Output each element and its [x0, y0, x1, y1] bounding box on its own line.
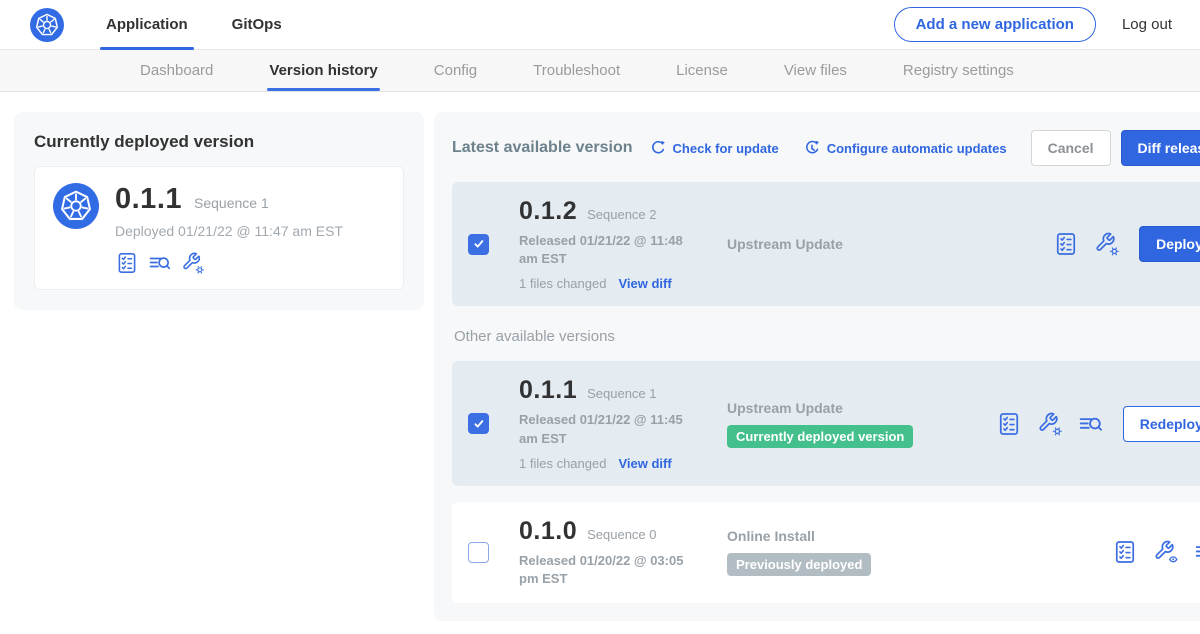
version-row: 0.1.2 Sequence 2 Released 01/21/22 @ 11:…: [452, 182, 1200, 306]
view-diff-link[interactable]: View diff: [618, 456, 671, 471]
version-released-timestamp: Released 01/21/22 @ 11:48 am EST: [519, 232, 704, 268]
subtab-config[interactable]: Config: [434, 50, 477, 91]
version-source: Upstream Update Currently deployed versi…: [713, 400, 996, 448]
version-source: Upstream Update: [713, 236, 1053, 252]
version-info: 0.1.1 Sequence 1 Released 01/21/22 @ 11:…: [505, 376, 713, 470]
version-row: 0.1.1 Sequence 1 Released 01/21/22 @ 11:…: [452, 361, 1200, 485]
check-for-update-link[interactable]: Check for update: [649, 139, 779, 157]
top-nav: Application GitOps Add a new application…: [0, 0, 1200, 50]
deployed-version-sequence: Sequence 1: [194, 195, 269, 211]
version-files-line: 1 files changed View diff: [519, 276, 713, 291]
configure-automatic-updates-link[interactable]: Configure automatic updates: [803, 139, 1007, 157]
app-sub-nav: Dashboard Version history Config Troublesho…: [0, 50, 1200, 92]
version-info: 0.1.0 Sequence 0 Released 01/20/22 @ 03:…: [505, 517, 713, 588]
deploy-button[interactable]: Deploy: [1139, 226, 1200, 262]
main-content: Currently deployed version 0.1.1 Sequenc…: [0, 92, 1200, 634]
latest-version-rows: 0.1.2 Sequence 2 Released 01/21/22 @ 11:…: [452, 182, 1200, 306]
version-select-checkbox[interactable]: [468, 413, 489, 434]
view-logs-icon[interactable]: [1194, 539, 1200, 565]
version-sequence: Sequence 1: [587, 386, 656, 401]
view-logs-icon[interactable]: [148, 251, 172, 275]
version-source-label: Upstream Update: [727, 236, 1053, 252]
edit-config-icon[interactable]: [181, 251, 205, 275]
version-source-label: Upstream Update: [727, 400, 996, 416]
preflight-checks-icon[interactable]: [996, 411, 1022, 437]
version-number: 0.1.1: [519, 376, 577, 405]
edit-config-icon[interactable]: [1037, 411, 1063, 437]
deployed-version-number: 0.1.1: [115, 183, 182, 216]
subtab-version-history[interactable]: Version history: [269, 50, 377, 91]
subtab-registry-settings[interactable]: Registry settings: [903, 50, 1014, 91]
version-actions: [1112, 539, 1200, 565]
version-files-line: 1 files changed View diff: [519, 456, 713, 471]
subtab-troubleshoot[interactable]: Troubleshoot: [533, 50, 620, 91]
preflight-checks-icon[interactable]: [115, 251, 139, 275]
version-released-timestamp: Released 01/20/22 @ 03:05 pm EST: [519, 552, 704, 588]
files-changed-label: 1 files changed: [519, 456, 606, 471]
latest-available-header: Latest available version Check for updat…: [452, 130, 1200, 166]
view-logs-icon[interactable]: [1078, 411, 1104, 437]
add-application-button[interactable]: Add a new application: [894, 7, 1096, 42]
refresh-icon: [649, 139, 667, 157]
version-number: 0.1.0: [519, 517, 577, 546]
redeploy-button[interactable]: Redeploy: [1123, 406, 1200, 442]
version-number: 0.1.2: [519, 197, 577, 226]
currently-deployed-title: Currently deployed version: [34, 132, 404, 152]
version-sequence: Sequence 0: [587, 527, 656, 542]
version-info: 0.1.2 Sequence 2 Released 01/21/22 @ 11:…: [505, 197, 713, 291]
logout-link[interactable]: Log out: [1122, 16, 1172, 33]
tab-application[interactable]: Application: [100, 0, 194, 50]
version-select-checkbox[interactable]: [468, 542, 489, 563]
preflight-checks-icon[interactable]: [1053, 231, 1079, 257]
version-released-timestamp: Released 01/21/22 @ 11:45 am EST: [519, 411, 704, 447]
app-kubernetes-logo-icon: [53, 183, 99, 229]
currently-deployed-panel: Currently deployed version 0.1.1 Sequenc…: [14, 112, 424, 310]
subtab-dashboard[interactable]: Dashboard: [140, 50, 213, 91]
version-sequence: Sequence 2: [587, 207, 656, 222]
deployed-timestamp: Deployed 01/21/22 @ 11:47 am EST: [115, 223, 343, 239]
version-source: Online Install Previously deployed: [713, 528, 1112, 576]
preflight-checks-icon[interactable]: [1112, 539, 1138, 565]
version-select-checkbox[interactable]: [468, 234, 489, 255]
subtab-view-files[interactable]: View files: [784, 50, 847, 91]
version-row: 0.1.0 Sequence 0 Released 01/20/22 @ 03:…: [452, 502, 1200, 603]
kubernetes-logo-icon: [30, 8, 64, 42]
version-history-panel: Latest available version Check for updat…: [434, 112, 1200, 621]
subtab-license[interactable]: License: [676, 50, 728, 91]
other-available-versions-title: Other available versions: [454, 328, 1200, 345]
status-badge: Currently deployed version: [727, 425, 913, 448]
cancel-button[interactable]: Cancel: [1031, 130, 1111, 166]
status-badge: Previously deployed: [727, 553, 871, 576]
version-actions: Redeploy: [996, 406, 1200, 442]
deployed-version-actions: [115, 251, 343, 275]
configure-automatic-updates-label: Configure automatic updates: [827, 141, 1007, 156]
diff-releases-button[interactable]: Diff releases: [1121, 130, 1200, 166]
version-actions: Deploy: [1053, 226, 1200, 262]
view-config-icon[interactable]: [1153, 539, 1179, 565]
schedule-update-icon: [803, 139, 821, 157]
edit-config-icon[interactable]: [1094, 231, 1120, 257]
version-source-label: Online Install: [727, 528, 1112, 544]
files-changed-label: 1 files changed: [519, 276, 606, 291]
top-tabs: Application GitOps: [100, 0, 320, 50]
view-diff-link[interactable]: View diff: [618, 276, 671, 291]
deployed-version-card: 0.1.1 Sequence 1 Deployed 01/21/22 @ 11:…: [34, 166, 404, 290]
other-version-rows: 0.1.1 Sequence 1 Released 01/21/22 @ 11:…: [452, 361, 1200, 603]
latest-available-title: Latest available version: [452, 139, 633, 157]
check-for-update-label: Check for update: [673, 141, 779, 156]
tab-gitops[interactable]: GitOps: [226, 0, 288, 50]
